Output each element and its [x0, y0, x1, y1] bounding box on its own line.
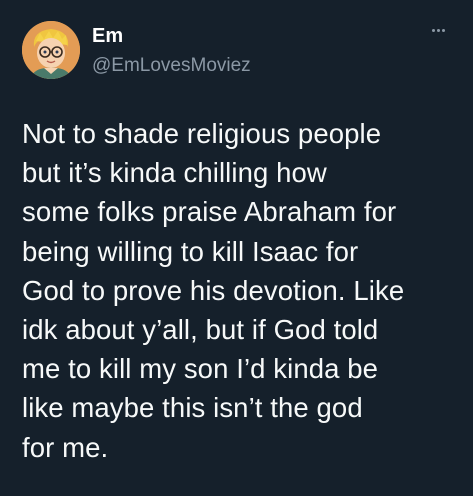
dot: [436, 28, 440, 32]
tweet-text-line: me to kill my son I’d kinda be: [22, 353, 379, 385]
more-options-icon[interactable]: [421, 21, 455, 39]
tweet-text-line: Not to shade religious people: [22, 118, 382, 149]
tweet-text-line: God to prove his devotion. Like: [22, 274, 405, 306]
tweet-text-line: some folks praise Abraham for: [22, 196, 397, 228]
dot: [431, 28, 435, 32]
tweet-text-line: being willing to kill Isaac for: [22, 235, 359, 267]
dot: [441, 28, 445, 32]
tweet-text-line: like maybe this isn’t the god: [22, 392, 363, 424]
tweet-text-line: but it’s kinda chilling how: [22, 157, 327, 189]
tweet-text-line: for me.: [22, 431, 109, 463]
author-handle[interactable]: @EmLovesMoviez: [92, 55, 251, 77]
cartoon-boy-avatar-icon: [22, 21, 80, 79]
tweet-text: Not to shade religious people but it’s k…: [22, 114, 462, 467]
tweet-text-line: idk about y’all, but if God told: [22, 314, 379, 346]
avatar[interactable]: [22, 21, 80, 79]
author-display-name[interactable]: Em: [92, 24, 123, 48]
tweet-card: Em @EmLovesMoviez Not to shade religious…: [0, 0, 473, 496]
